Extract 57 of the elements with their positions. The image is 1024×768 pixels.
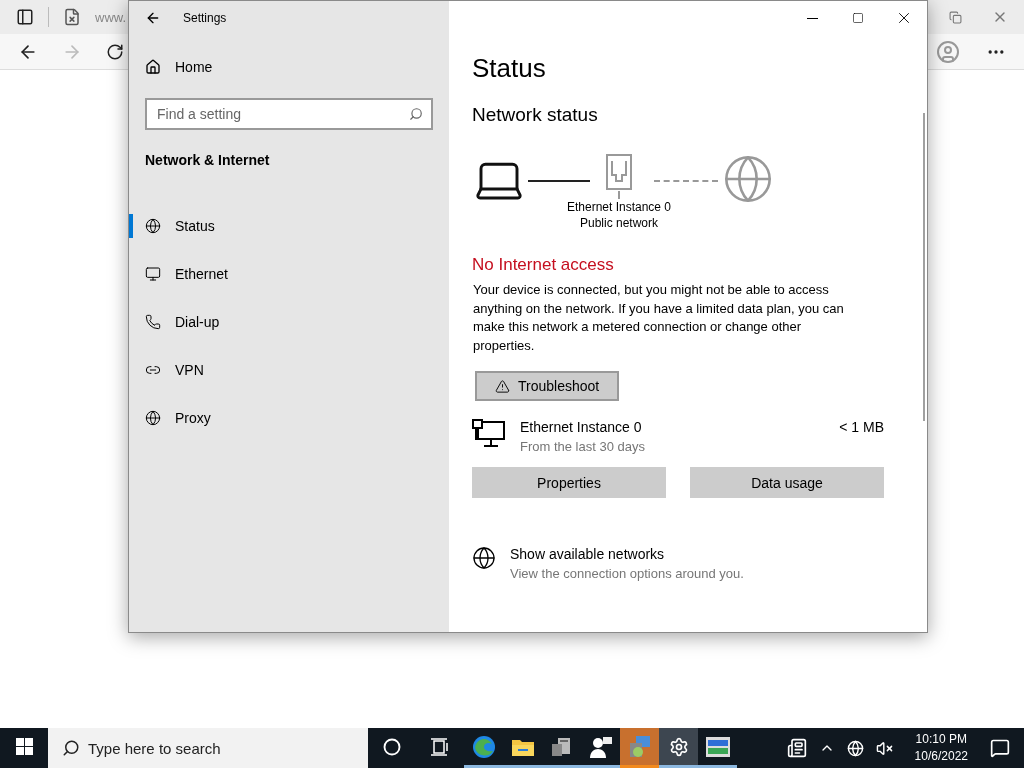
window-title: Settings (183, 11, 227, 25)
profile-icon[interactable] (936, 39, 960, 64)
warning-icon (495, 378, 510, 394)
globe-icon (145, 218, 161, 234)
page-heading: Status (472, 53, 547, 83)
troubleshoot-button[interactable]: Troubleshoot (475, 371, 619, 401)
network-globe-icon[interactable] (846, 739, 864, 757)
section-heading: Network status (472, 103, 599, 127)
refresh-icon[interactable] (106, 42, 124, 61)
phone-icon (145, 314, 161, 330)
taskbar-search-field[interactable]: Type here to search (48, 728, 368, 768)
restore-icon[interactable] (949, 10, 962, 24)
news-icon[interactable] (786, 738, 807, 758)
setting-search-field[interactable]: Find a setting (145, 98, 433, 130)
action-button[interactable]: Properties (472, 467, 666, 498)
installer-icon (627, 734, 652, 759)
status-description: Your device is connected, but you might not be able to access anything on the network. If you have a limited data plan, you can make this network a metered connection or change other properties. (473, 281, 845, 355)
link-description: View the connection options around you. (510, 566, 745, 581)
action-button[interactable]: Data usage (690, 467, 884, 498)
notifications-icon[interactable] (990, 738, 1010, 758)
nav-item[interactable]: Proxy (129, 394, 449, 442)
connection-line (528, 180, 590, 182)
usage-amount: < 1 MB (839, 419, 884, 435)
search-icon (62, 739, 80, 757)
gear-icon (668, 736, 689, 757)
adapter-name: Ethernet Instance 0 (520, 419, 643, 435)
globe-icon (145, 410, 161, 426)
monitor-icon (145, 266, 161, 282)
nav-item[interactable]: VPN (129, 346, 449, 394)
nav-item[interactable]: Dial-up (129, 298, 449, 346)
globe-icon (472, 546, 496, 570)
browser-icon (471, 734, 496, 759)
show-networks-link[interactable]: Show available networks (510, 546, 889, 562)
clock[interactable]: 10:10 PM 10/6/2022 (914, 731, 968, 765)
nav-item[interactable]: Ethernet (129, 250, 449, 298)
network-type-label: Public network (579, 215, 658, 231)
back-icon[interactable] (145, 10, 161, 26)
window-icon (704, 735, 731, 758)
scroll-bar[interactable] (923, 113, 925, 421)
task-view-icon (430, 737, 450, 756)
tab-actions-icon[interactable] (16, 8, 34, 26)
windows-logo-icon (15, 738, 33, 755)
section-title: Network & Internet (144, 151, 271, 170)
ethernet-monitor-icon (472, 419, 506, 447)
adapter-label: Ethernet Instance 0 (566, 199, 672, 215)
maximize-icon (852, 12, 864, 24)
search-icon (409, 107, 423, 121)
cortana-icon (383, 737, 401, 756)
page-error-icon (63, 8, 81, 26)
mute-icon[interactable] (875, 739, 893, 757)
home-icon (145, 58, 161, 75)
person-icon (588, 735, 613, 758)
status-message: No Internet access (472, 255, 615, 275)
taskbar-app[interactable] (659, 728, 698, 768)
minimize-icon (806, 17, 818, 19)
usage-period: From the last 30 days (520, 439, 646, 454)
home-link[interactable]: Home (129, 35, 449, 83)
